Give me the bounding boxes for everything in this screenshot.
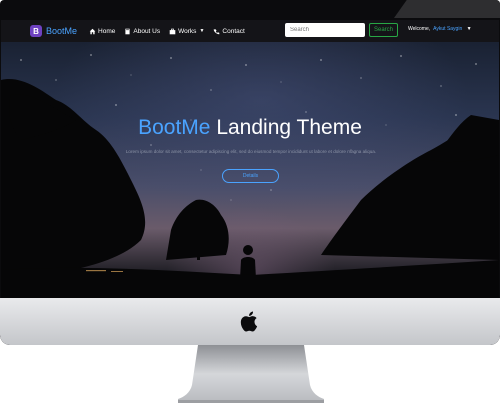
welcome-text: Welcome, (408, 26, 431, 32)
user-name: Aykut Saygin (433, 26, 463, 32)
hero-description: Lorem ipsum dolor sit amet, consectetur … (125, 149, 377, 154)
tree-silhouettes (1, 79, 499, 298)
chevron-down-icon: ▼ (199, 28, 205, 34)
hero-title-rest: Landing Theme (210, 116, 362, 139)
search-button[interactable]: Search (369, 23, 398, 37)
nav-item-label: Contact (222, 27, 245, 35)
nav-item-about-us[interactable]: About Us (124, 28, 160, 35)
screen-glare (394, 0, 500, 18)
briefcase-icon (169, 28, 176, 34)
nav-item-label: Works (178, 27, 197, 35)
chevron-down-icon: ▼ (466, 26, 472, 32)
nav-item-label: About Us (133, 27, 161, 35)
monitor-frame: B BootMe Home About Us Works ▼ Contact S… (0, 0, 500, 345)
details-button[interactable]: Details (222, 169, 279, 183)
book-icon (125, 28, 130, 34)
nav-menu: Home About Us Works ▼ Contact (89, 28, 254, 35)
monitor-stand (178, 345, 324, 403)
hero-title-accent: BootMe (138, 116, 211, 139)
apple-logo-icon (240, 311, 258, 332)
website-screen: B BootMe Home About Us Works ▼ Contact S… (1, 20, 499, 298)
user-menu[interactable]: Welcome, Aykut Saygin ▼ (408, 26, 472, 32)
brand-logo-icon: B (30, 25, 42, 37)
navbar: B BootMe Home About Us Works ▼ Contact S… (1, 20, 499, 42)
brand-name: BootMe (46, 26, 78, 36)
nav-item-works[interactable]: Works ▼ (169, 28, 204, 35)
search-input[interactable] (285, 23, 365, 37)
brand[interactable]: B BootMe (30, 25, 77, 37)
home-icon (89, 28, 96, 34)
nav-item-label: Home (98, 27, 116, 35)
nav-item-contact[interactable]: Contact (213, 27, 245, 35)
hero-title: BootMe Landing Theme (1, 116, 499, 140)
nav-item-home[interactable]: Home (89, 28, 115, 35)
phone-icon (214, 28, 220, 34)
